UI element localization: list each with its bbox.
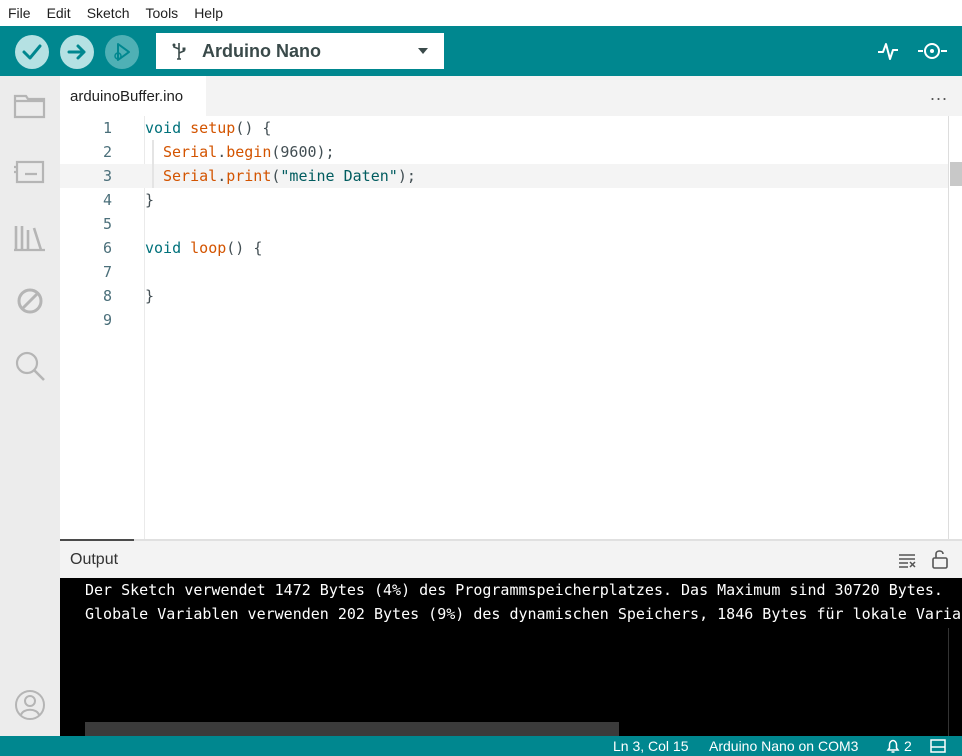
code-text: } xyxy=(145,287,155,305)
clear-output-icon[interactable] xyxy=(898,552,918,568)
code-text: void loop() { xyxy=(145,239,263,257)
bell-icon[interactable] xyxy=(885,738,901,754)
code-text: Serial.begin(9600); xyxy=(145,140,335,164)
line-number: 8 xyxy=(102,287,112,305)
line-number: 5 xyxy=(102,215,112,233)
toggle-panel-icon[interactable] xyxy=(930,739,946,753)
code-line: 2 Serial.begin(9600); xyxy=(60,140,948,164)
tabs-bar: arduinoBuffer.ino ... xyxy=(60,76,962,116)
notification-count: 2 xyxy=(904,738,912,754)
toolbar: Arduino Nano xyxy=(0,26,962,76)
code-text: } xyxy=(145,191,155,209)
line-number: 2 xyxy=(102,143,112,161)
board-manager-icon[interactable] xyxy=(13,154,47,188)
editor-scrollbar[interactable] xyxy=(948,116,962,539)
code-line: 4 } xyxy=(60,188,948,212)
library-icon[interactable] xyxy=(13,220,47,254)
board-label: Arduino Nano xyxy=(202,40,321,61)
cursor-position: Ln 3, Col 15 xyxy=(613,738,689,754)
tab-arduinobuffer[interactable]: arduinoBuffer.ino xyxy=(60,76,206,116)
output-line: Globale Variablen verwenden 202 Bytes (9… xyxy=(85,605,962,623)
code-line: 8 } xyxy=(60,284,948,308)
menu-edit[interactable]: Edit xyxy=(39,5,79,21)
menu-sketch[interactable]: Sketch xyxy=(79,5,138,21)
serial-monitor-icon[interactable] xyxy=(916,39,950,63)
more-icon[interactable]: ... xyxy=(930,84,948,105)
upload-button[interactable] xyxy=(60,35,94,69)
check-icon xyxy=(22,44,42,60)
sidebar xyxy=(0,76,60,736)
board-port[interactable]: Arduino Nano on COM3 xyxy=(709,738,858,754)
debug-button[interactable] xyxy=(105,35,139,69)
menu-file[interactable]: File xyxy=(0,5,39,21)
menu-tools[interactable]: Tools xyxy=(138,5,187,21)
output-console[interactable]: Der Sketch verwendet 1472 Bytes (4%) des… xyxy=(60,578,962,736)
usb-icon xyxy=(172,43,186,60)
code-line: 6 void loop() { xyxy=(60,236,948,260)
output-title: Output xyxy=(70,551,119,568)
console-vscrollbar[interactable] xyxy=(948,628,962,736)
menu-help[interactable]: Help xyxy=(186,5,231,21)
folder-icon[interactable] xyxy=(13,88,47,122)
scrollbar-thumb[interactable] xyxy=(950,162,962,186)
arrow-right-icon xyxy=(67,44,86,60)
line-number: 7 xyxy=(102,263,112,281)
debug-icon xyxy=(114,43,130,61)
line-number: 3 xyxy=(102,167,112,185)
menu-bar: File Edit Sketch Tools Help xyxy=(0,0,962,26)
code-line: 7 xyxy=(60,260,948,284)
code-text: void setup() { xyxy=(145,119,272,137)
code-line: 1 void setup() { xyxy=(60,116,948,140)
output-line: Der Sketch verwendet 1472 Bytes (4%) des… xyxy=(85,581,943,599)
line-number: 1 xyxy=(102,119,112,137)
code-line-current: 3 Serial.print("meine Daten"); xyxy=(60,164,948,188)
tab-label: arduinoBuffer.ino xyxy=(70,87,184,105)
status-bar: Ln 3, Col 15 Arduino Nano on COM3 2 xyxy=(0,736,962,756)
debug-icon[interactable] xyxy=(13,284,47,318)
unlock-icon[interactable] xyxy=(931,549,949,569)
line-number: 9 xyxy=(102,311,112,329)
board-selector[interactable]: Arduino Nano xyxy=(156,33,444,69)
console-hscrollbar[interactable] xyxy=(85,722,619,736)
output-tab-indicator xyxy=(60,539,134,541)
line-number: 6 xyxy=(102,239,112,257)
account-icon[interactable] xyxy=(13,688,47,722)
serial-plotter-icon[interactable] xyxy=(876,39,900,63)
chevron-down-icon xyxy=(418,48,428,54)
code-text: Serial.print("meine Daten"); xyxy=(145,164,416,188)
code-line: 9 xyxy=(60,308,948,332)
search-icon[interactable] xyxy=(13,349,47,383)
line-number: 4 xyxy=(102,191,112,209)
verify-button[interactable] xyxy=(15,35,49,69)
output-header: Output xyxy=(60,539,962,578)
code-editor[interactable]: 1 void setup() { 2 Serial.begin(9600); 3… xyxy=(60,116,962,539)
code-line: 5 xyxy=(60,212,948,236)
